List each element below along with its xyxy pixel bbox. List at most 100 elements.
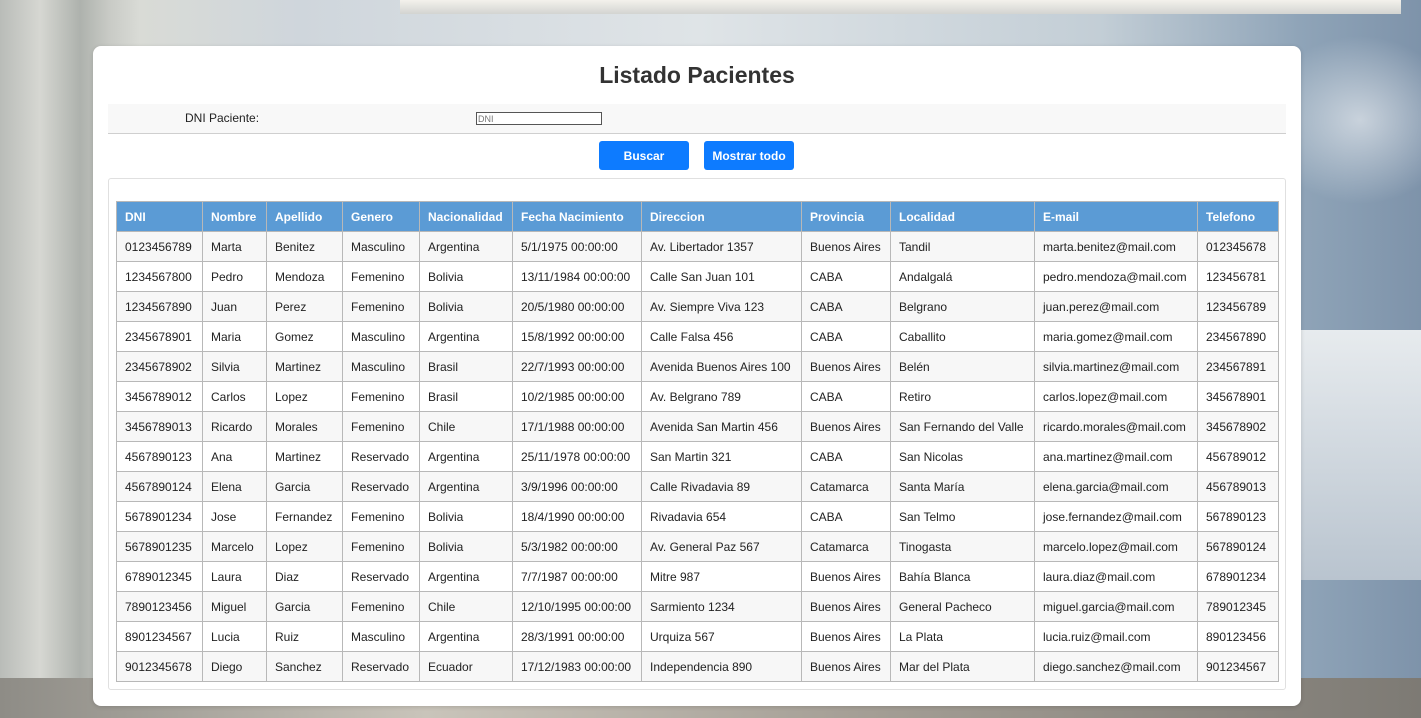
table-row: 2345678902 Silvia Martinez Masculino Brasil 2… xyxy=(116,351,1279,382)
table-cell: Buenos Aires xyxy=(801,231,891,262)
table-cell: Femenino xyxy=(342,501,420,532)
table-cell: Calle Rivadavia 89 xyxy=(641,471,802,502)
table-cell: juan.perez@mail.com xyxy=(1034,291,1198,322)
table-cell: CABA xyxy=(801,291,891,322)
table-cell: Garcia xyxy=(266,591,343,622)
table-cell: Tandil xyxy=(890,231,1035,262)
table-cell: Lopez xyxy=(266,531,343,562)
table-cell: 22/7/1993 00:00:00 xyxy=(512,351,642,382)
table-cell: 6789012345 xyxy=(116,561,203,592)
table-cell: Femenino xyxy=(342,411,420,442)
table-cell: Diaz xyxy=(266,561,343,592)
column-header: E-mail xyxy=(1034,201,1198,232)
table-cell: Miguel xyxy=(202,591,267,622)
dni-label: DNI Paciente: xyxy=(185,111,260,125)
table-cell: Tinogasta xyxy=(890,531,1035,562)
table-cell: Santa María xyxy=(890,471,1035,502)
table-cell: San Telmo xyxy=(890,501,1035,532)
page-title: Listado Pacientes xyxy=(599,62,795,88)
table-cell: laura.diaz@mail.com xyxy=(1034,561,1198,592)
table-cell: 789012345 xyxy=(1197,591,1279,622)
table-cell: Catamarca xyxy=(801,471,891,502)
table-cell: ana.martinez@mail.com xyxy=(1034,441,1198,472)
column-header: Localidad xyxy=(890,201,1035,232)
table-cell: Silvia xyxy=(202,351,267,382)
table-row: 3456789013 Ricardo Morales Femenino Chile 17/… xyxy=(116,411,1279,442)
table-cell: 28/3/1991 00:00:00 xyxy=(512,621,642,652)
table-cell: Ecuador xyxy=(419,651,513,682)
table-cell: Retiro xyxy=(890,381,1035,412)
table-cell: Laura xyxy=(202,561,267,592)
table-cell: Carlos xyxy=(202,381,267,412)
table-cell: Morales xyxy=(266,411,343,442)
table-cell: 345678902 xyxy=(1197,411,1279,442)
table-cell: Jose xyxy=(202,501,267,532)
column-header: Fecha Nacimiento xyxy=(512,201,642,232)
table-cell: 901234567 xyxy=(1197,651,1279,682)
table-cell: 567890124 xyxy=(1197,531,1279,562)
table-cell: Argentina xyxy=(419,471,513,502)
table-cell: carlos.lopez@mail.com xyxy=(1034,381,1198,412)
table-cell: Gomez xyxy=(266,321,343,352)
table-cell: Buenos Aires xyxy=(801,351,891,382)
table-cell: Masculino xyxy=(342,351,420,382)
table-cell: Belén xyxy=(890,351,1035,382)
table-cell: 890123456 xyxy=(1197,621,1279,652)
table-cell: Argentina xyxy=(419,561,513,592)
table-cell: 3456789013 xyxy=(116,411,203,442)
table-cell: Diego xyxy=(202,651,267,682)
column-header: Provincia xyxy=(801,201,891,232)
table-row: 9012345678 Diego Sanchez Reservado Ecuador 17… xyxy=(116,651,1279,682)
table-cell: 1234567800 xyxy=(116,261,203,292)
table-cell: San Martin 321 xyxy=(641,441,802,472)
table-cell: Reservado xyxy=(342,441,420,472)
table-cell: San Fernando del Valle xyxy=(890,411,1035,442)
table-cell: CABA xyxy=(801,321,891,352)
table-cell: 012345678 xyxy=(1197,231,1279,262)
table-cell: General Pacheco xyxy=(890,591,1035,622)
table-cell: pedro.mendoza@mail.com xyxy=(1034,261,1198,292)
table-cell: lucia.ruiz@mail.com xyxy=(1034,621,1198,652)
table-row: 5678901234 Jose Fernandez Femenino Bolivia 18… xyxy=(116,501,1279,532)
table-cell: Sarmiento 1234 xyxy=(641,591,802,622)
table-cell: 4567890124 xyxy=(116,471,203,502)
table-cell: Mendoza xyxy=(266,261,343,292)
table-cell: 10/2/1985 00:00:00 xyxy=(512,381,642,412)
table-cell: Independencia 890 xyxy=(641,651,802,682)
table-cell: Femenino xyxy=(342,591,420,622)
show-all-button[interactable]: Mostrar todo xyxy=(704,141,794,170)
table-cell: 5678901235 xyxy=(116,531,203,562)
table-cell: 17/1/1988 00:00:00 xyxy=(512,411,642,442)
table-cell: 9012345678 xyxy=(116,651,203,682)
table-cell: 678901234 xyxy=(1197,561,1279,592)
table-header-row: DNI Nombre Apellido Genero Nacionalidad Fecha… xyxy=(116,201,1279,232)
table-cell: 17/12/1983 00:00:00 xyxy=(512,651,642,682)
table-cell: Brasil xyxy=(419,351,513,382)
table-row: 1234567800 Pedro Mendoza Femenino Bolivia 13/… xyxy=(116,261,1279,292)
table-cell: 123456789 xyxy=(1197,291,1279,322)
table-cell: Avenida San Martin 456 xyxy=(641,411,802,442)
search-button[interactable]: Buscar xyxy=(599,141,689,170)
table-cell: Mitre 987 xyxy=(641,561,802,592)
patients-card: Listado Pacientes DNI Paciente: Buscar M… xyxy=(93,46,1301,706)
table-cell: 567890123 xyxy=(1197,501,1279,532)
table-cell: Urquiza 567 xyxy=(641,621,802,652)
column-header: Nombre xyxy=(202,201,267,232)
table-body: 0123456789 Marta Benitez Masculino Argentina… xyxy=(116,231,1279,682)
table-cell: Femenino xyxy=(342,291,420,322)
table-cell: marcelo.lopez@mail.com xyxy=(1034,531,1198,562)
table-cell: Masculino xyxy=(342,231,420,262)
table-cell: jose.fernandez@mail.com xyxy=(1034,501,1198,532)
table-cell: Caballito xyxy=(890,321,1035,352)
table-cell: 2345678902 xyxy=(116,351,203,382)
table-cell: CABA xyxy=(801,441,891,472)
dni-search-input[interactable] xyxy=(476,112,602,125)
table-cell: 456789012 xyxy=(1197,441,1279,472)
table-cell: marta.benitez@mail.com xyxy=(1034,231,1198,262)
table-cell: Reservado xyxy=(342,561,420,592)
table-cell: elena.garcia@mail.com xyxy=(1034,471,1198,502)
table-cell: 18/4/1990 00:00:00 xyxy=(512,501,642,532)
table-cell: CABA xyxy=(801,381,891,412)
column-header: Nacionalidad xyxy=(419,201,513,232)
table-cell: La Plata xyxy=(890,621,1035,652)
